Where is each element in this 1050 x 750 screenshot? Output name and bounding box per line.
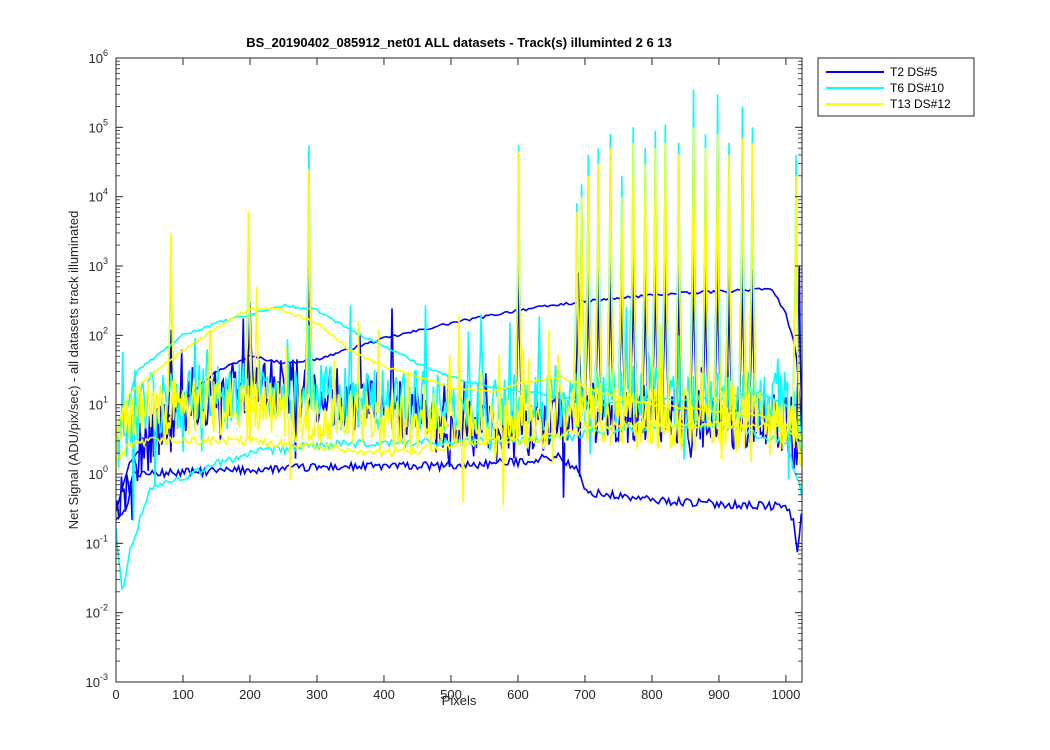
x-tick-label: 100 xyxy=(172,687,194,702)
y-tick-label: 101 xyxy=(89,395,108,413)
x-tick-label: 500 xyxy=(440,687,462,702)
series-3 xyxy=(116,127,802,506)
chart-title: BS_20190402_085912_net01 ALL datasets - … xyxy=(246,35,672,50)
x-tick-label: 200 xyxy=(239,687,261,702)
y-tick-label: 102 xyxy=(89,325,108,343)
y-tick-label: 105 xyxy=(89,117,108,135)
legend-label: T6 DS#10 xyxy=(890,81,944,95)
y-tick-label: 10-1 xyxy=(86,533,108,551)
chart: BS_20190402_085912_net01 ALL datasets - … xyxy=(66,35,975,708)
y-tick-label: 104 xyxy=(89,187,108,205)
y-tick-label: 103 xyxy=(89,256,108,274)
legend-label: T2 DS#5 xyxy=(890,65,938,79)
legend: T2 DS#5 T6 DS#10 T13 DS#12 xyxy=(817,57,975,117)
x-tick-label: 700 xyxy=(574,687,596,702)
y-tick-label: 10-3 xyxy=(86,672,108,690)
y-tick-label: 100 xyxy=(89,464,108,482)
x-tick-label: 1000 xyxy=(771,687,800,702)
x-tick-label: 0 xyxy=(112,687,119,702)
legend-label: T13 DS#12 xyxy=(890,97,951,111)
x-tick-label: 400 xyxy=(373,687,395,702)
y-tick-label: 10-2 xyxy=(86,603,108,621)
x-tick-label: 600 xyxy=(507,687,529,702)
series-background-line xyxy=(116,419,802,590)
y-tick-label: 106 xyxy=(89,48,108,66)
y-axis-title: Net Signal (ADU/pix/sec) - all datasets … xyxy=(66,211,81,530)
x-tick-label: 900 xyxy=(708,687,730,702)
series-layer xyxy=(116,89,802,590)
series-background-line xyxy=(116,451,802,553)
x-tick-label: 300 xyxy=(306,687,328,702)
x-tick-label: 800 xyxy=(641,687,663,702)
